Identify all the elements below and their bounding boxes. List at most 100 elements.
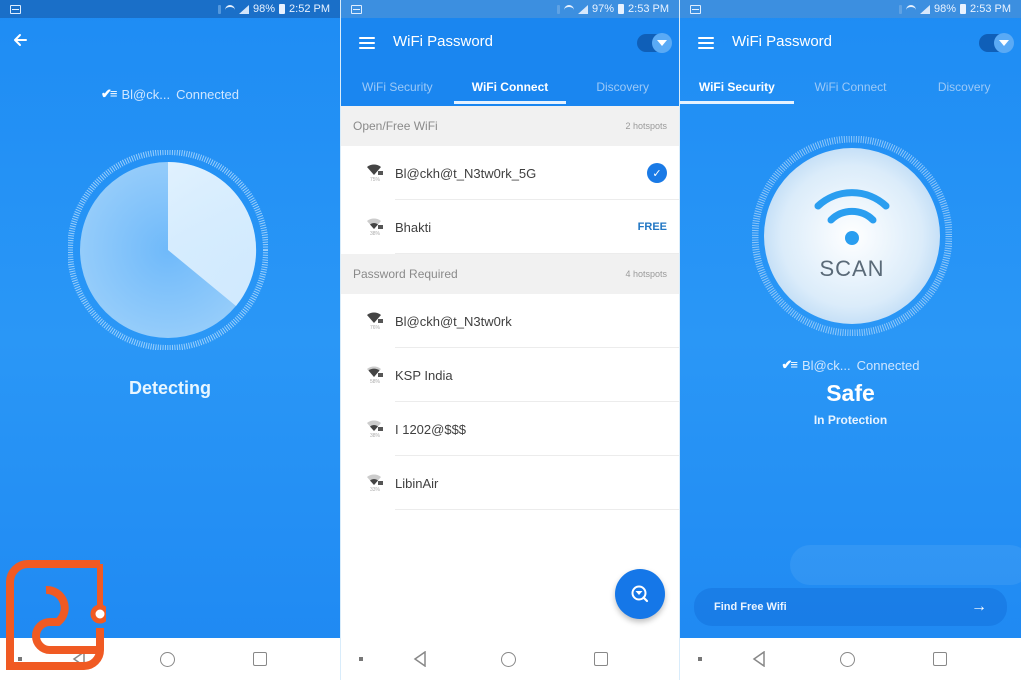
nav-home-icon[interactable] [160,651,175,667]
network-ssid: KSP India [395,367,453,383]
nav-bar [680,638,1021,680]
battery-percent: 98% [253,3,276,15]
connected-check-icon: ✔≡ [101,86,118,101]
wifi-status-icon [225,5,235,13]
find-free-wifi-label: Find Free Wifi [714,601,787,613]
safety-status: Safe [826,380,875,406]
tab-wifi-connect[interactable]: WiFi Connect [453,74,567,106]
tab-wifi-connect[interactable]: WiFi Connect [794,74,908,106]
bluetooth-icon [899,4,902,14]
section-title: Password Required [353,267,458,281]
signal-icon [578,4,588,14]
protection-label: In Protection [813,413,888,427]
section-count: 2 hotspots [625,121,667,131]
nav-back-icon[interactable] [413,651,427,667]
hamburger-line [698,47,714,49]
network-list: Open/Free WiFi 2 hotspots 75% Bl@ckh@t_N… [341,106,679,510]
wifi-toggle[interactable] [637,33,672,53]
network-row[interactable]: 76% Bl@ckh@t_N3tw0rk [341,294,679,348]
network-row[interactable]: 75% Bl@ckh@t_N3tw0rk_5G ✓ [341,146,679,200]
section-count: 4 hotspots [625,269,667,279]
tab-discovery[interactable]: Discovery [907,74,1021,106]
nav-home-icon[interactable] [840,651,855,667]
app-bar: WiFi Password WiFi Security WiFi Connect… [680,18,1021,106]
wifi-signal-icon: 38% [355,419,395,439]
gallery-notification-icon [351,4,362,14]
nav-indicator [359,657,363,661]
signal-percent: 58% [369,379,380,385]
hamburger-line [359,42,375,44]
connected-label: Connected [856,357,920,373]
battery-icon [618,4,625,14]
section-open-wifi: Open/Free WiFi 2 hotspots [341,106,679,146]
network-ssid: LibinAir [395,475,439,491]
network-row[interactable]: 38% Bhakti FREE [341,200,679,254]
wifi-signal-icon: 33% [355,473,395,493]
radar-scanner [68,150,268,350]
battery-percent: 98% [934,3,957,15]
nav-indicator [698,657,702,661]
gallery-notification-icon [690,4,701,14]
battery-percent: 97% [592,3,615,15]
clock: 2:53 PM [628,3,669,15]
connection-status: ✔≡ Bl@ck... Connected [680,357,1021,373]
hamburger-line [359,47,375,49]
bluetooth-icon [218,4,221,14]
clock: 2:53 PM [970,3,1011,15]
connection-status: ✔≡ Bl@ck... Connected [0,86,340,102]
nav-recent-icon[interactable] [253,652,267,666]
nav-recent-icon[interactable] [594,652,608,666]
network-ssid: Bl@ckh@t_N3tw0rk [395,313,512,329]
status-bar: 98% 2:53 PM [680,0,1021,18]
screens: 98% 2:52 PM ✔≡ Bl@ck... Connected Detect… [0,0,1021,680]
wifi-toggle[interactable] [979,33,1014,53]
connected-check-icon: ✓ [647,163,667,183]
network-row[interactable]: 33% LibinAir [341,456,679,510]
back-button[interactable] [12,32,32,52]
signal-percent: 38% [369,433,380,439]
find-free-wifi-button[interactable]: Find Free Wifi → [694,588,1007,626]
watermark-logo [6,560,106,670]
search-wifi-icon [631,585,649,603]
scan-circle [751,135,953,337]
signal-percent: 75% [369,177,380,183]
connected-label: Connected [176,86,239,102]
phone-wifi-security: 98% 2:53 PM WiFi Password WiFi Security … [680,0,1021,680]
app-title: WiFi Password [393,33,494,50]
section-title: Open/Free WiFi [353,119,438,133]
phone-detecting: 98% 2:52 PM ✔≡ Bl@ck... Connected Detect… [0,0,340,680]
tab-wifi-security[interactable]: WiFi Security [341,74,454,106]
gallery-notification-icon [10,4,21,14]
wifi-toggle-knob-icon [652,33,672,53]
wifi-signal-icon: 58% [355,365,395,385]
tab-bar: WiFi Security WiFi Connect Discovery [680,74,1021,106]
bluetooth-icon [557,4,560,14]
network-row[interactable]: 58% KSP India [341,348,679,402]
nav-back-icon[interactable] [752,651,766,667]
signal-icon [239,4,249,14]
phone-wifi-connect: 97% 2:53 PM WiFi Password WiFi Security … [340,0,680,680]
scan-fab-button[interactable] [615,569,665,619]
section-password-required: Password Required 4 hotspots [341,254,679,294]
scan-button[interactable]: SCAN [751,135,953,337]
scan-label: SCAN [819,256,885,281]
hamburger-icon [698,37,714,39]
connected-network: Bl@ck... [121,86,171,102]
network-row[interactable]: 38% I 1202@$$$ [341,402,679,456]
tab-wifi-security[interactable]: WiFi Security [680,74,794,106]
detecting-label: Detecting [128,378,211,398]
nav-home-icon[interactable] [501,651,516,667]
hamburger-icon [359,37,375,39]
status-bar: 97% 2:53 PM [341,0,679,18]
clock: 2:52 PM [289,3,330,15]
menu-button[interactable] [359,37,375,49]
connected-network: Bl@ck... [802,357,851,373]
tab-discovery[interactable]: Discovery [566,74,679,106]
menu-button[interactable] [698,37,714,49]
arrow-left-icon [14,34,27,46]
connected-check-icon: ✔≡ [781,357,799,372]
nav-recent-icon[interactable] [933,652,947,666]
battery-icon [960,4,967,14]
status-bar: 98% 2:52 PM [0,0,340,18]
arrow-right-icon: → [971,598,987,615]
